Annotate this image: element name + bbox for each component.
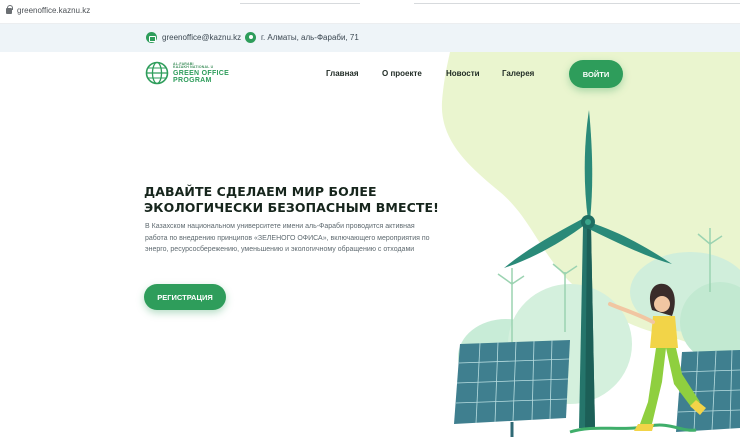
- logo-line1: GREEN OFFICE: [173, 69, 230, 77]
- nav-about[interactable]: О проекте: [382, 69, 422, 78]
- url-text[interactable]: greenoffice.kaznu.kz: [17, 6, 90, 15]
- site-logo[interactable]: AL-FARABI KAZAKH NATIONAL U GREEN OFFICE…: [145, 61, 229, 85]
- hero-title-line1: ДАВАЙТЕ СДЕЛАЕМ МИР БОЛЕЕ: [144, 184, 377, 199]
- logo-line2: PROGRAM: [173, 76, 212, 84]
- address-text: г. Алматы, аль-Фараби, 71: [261, 33, 359, 42]
- tab-divider: [240, 3, 360, 4]
- logo-text: AL-FARABI KAZAKH NATIONAL U GREEN OFFICE…: [173, 61, 230, 84]
- hero-title-line2: ЭКОЛОГИЧЕСКИ БЕЗОПАСНЫМ ВМЕСТЕ!: [144, 200, 439, 215]
- nav-home[interactable]: Главная: [326, 69, 359, 78]
- register-button[interactable]: РЕГИСТРАЦИЯ: [144, 284, 226, 310]
- location-pin-icon: [245, 32, 256, 43]
- login-button[interactable]: ВОЙТИ: [569, 60, 623, 88]
- lock-icon: [6, 5, 13, 14]
- site-header: AL-FARABI KAZAKH NATIONAL U GREEN OFFICE…: [0, 52, 740, 96]
- globe-logo-icon: [145, 61, 169, 85]
- browser-address-bar[interactable]: greenoffice.kaznu.kz: [0, 0, 740, 24]
- address-contact: г. Алматы, аль-Фараби, 71: [245, 32, 359, 43]
- tab-divider: [414, 3, 740, 4]
- logo-subtitle: AL-FARABI KAZAKH NATIONAL U: [173, 61, 214, 69]
- email-text[interactable]: greenoffice@kaznu.kz: [162, 33, 241, 42]
- hero-title: ДАВАЙТЕ СДЕЛАЕМ МИР БОЛЕЕ ЭКОЛОГИЧЕСКИ Б…: [144, 184, 444, 216]
- contact-bar: greenoffice@kaznu.kz г. Алматы, аль-Фара…: [0, 24, 740, 52]
- nav-news[interactable]: Новости: [446, 69, 480, 78]
- wind-turbine-illustration: [441, 52, 740, 437]
- hero-description: В Казахском национальном университете им…: [145, 223, 430, 253]
- email-icon: [146, 32, 157, 43]
- nav-gallery[interactable]: Галерея: [502, 69, 534, 78]
- email-contact[interactable]: greenoffice@kaznu.kz: [146, 32, 241, 43]
